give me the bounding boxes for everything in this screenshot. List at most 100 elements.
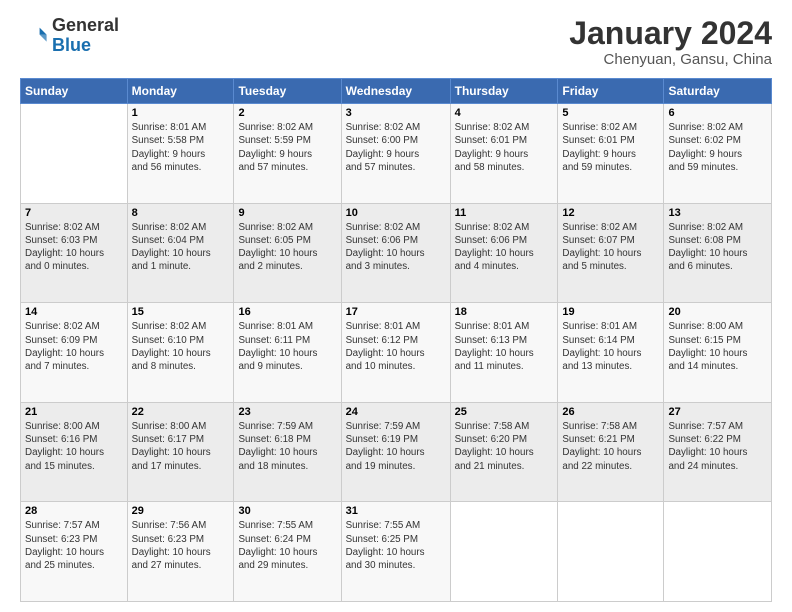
day-number: 30 [238, 505, 336, 517]
day-info: Sunrise: 7:57 AMSunset: 6:22 PMDaylight:… [668, 420, 767, 473]
day-number: 22 [132, 406, 230, 418]
day-number: 18 [455, 306, 554, 318]
calendar-cell: 16Sunrise: 8:01 AMSunset: 6:11 PMDayligh… [234, 303, 341, 403]
calendar-cell: 19 Sunrise: 8:01 AMSunset: 6:14 PMDayligh… [558, 303, 664, 403]
calendar-cell: 27 Sunrise: 7:57 AMSunset: 6:22 PMDayligh… [664, 402, 772, 502]
day-info: Sunrise: 8:02 AMSunset: 6:00 PMDaylight:… [346, 121, 446, 174]
calendar-cell: 30 Sunrise: 7:55 AMSunset: 6:24 PMDayligh… [234, 502, 341, 602]
weekday-header-wednesday: Wednesday [341, 79, 450, 104]
day-info: Sunrise: 8:02 AMSunset: 6:07 PMDaylight:… [562, 221, 659, 274]
calendar-cell: 5 Sunrise: 8:02 AMSunset: 6:01 PMDaylight… [558, 104, 664, 204]
day-number: 7 [25, 207, 123, 219]
week-row-2: 14 Sunrise: 8:02 AMSunset: 6:09 PMDayligh… [21, 303, 772, 403]
day-info: Sunrise: 7:57 AMSunset: 6:23 PMDaylight:… [25, 519, 123, 572]
day-info: Sunrise: 7:55 AMSunset: 6:24 PMDaylight:… [238, 519, 336, 572]
day-number: 8 [132, 207, 230, 219]
weekday-header-tuesday: Tuesday [234, 79, 341, 104]
month-title: January 2024 [569, 16, 772, 51]
day-number: 21 [25, 406, 123, 418]
day-number: 19 [562, 306, 659, 318]
calendar-cell: 21 Sunrise: 8:00 AMSunset: 6:16 PMDayligh… [21, 402, 128, 502]
day-number: 3 [346, 107, 446, 119]
day-info: Sunrise: 8:02 AMSunset: 6:03 PMDaylight:… [25, 221, 123, 274]
weekday-header-thursday: Thursday [450, 79, 558, 104]
day-info: Sunrise: 7:59 AMSunset: 6:19 PMDaylight:… [346, 420, 446, 473]
day-info: Sunrise: 8:01 AMSunset: 6:12 PMDaylight:… [346, 320, 446, 373]
calendar-cell [664, 502, 772, 602]
day-info: Sunrise: 8:02 AMSunset: 6:06 PMDaylight:… [346, 221, 446, 274]
calendar-cell: 17 Sunrise: 8:01 AMSunset: 6:12 PMDayligh… [341, 303, 450, 403]
day-number: 11 [455, 207, 554, 219]
week-row-3: 21 Sunrise: 8:00 AMSunset: 6:16 PMDayligh… [21, 402, 772, 502]
calendar-cell: 1Sunrise: 8:01 AMSunset: 5:58 PMDaylight… [127, 104, 234, 204]
calendar-cell: 22 Sunrise: 8:00 AMSunset: 6:17 PMDayligh… [127, 402, 234, 502]
day-info: Sunrise: 7:56 AMSunset: 6:23 PMDaylight:… [132, 519, 230, 572]
calendar-cell: 13 Sunrise: 8:02 AMSunset: 6:08 PMDayligh… [664, 203, 772, 303]
logo-blue-text: Blue [52, 35, 91, 55]
logo-icon [20, 22, 48, 50]
calendar-cell: 9Sunrise: 8:02 AMSunset: 6:05 PMDaylight… [234, 203, 341, 303]
day-info: Sunrise: 8:02 AMSunset: 6:05 PMDaylight:… [238, 221, 336, 274]
day-number: 26 [562, 406, 659, 418]
day-info: Sunrise: 8:01 AMSunset: 6:14 PMDaylight:… [562, 320, 659, 373]
weekday-header-sunday: Sunday [21, 79, 128, 104]
day-info: Sunrise: 8:02 AMSunset: 5:59 PMDaylight:… [238, 121, 336, 174]
day-info: Sunrise: 8:02 AMSunset: 6:04 PMDaylight:… [132, 221, 230, 274]
calendar-cell: 31 Sunrise: 7:55 AMSunset: 6:25 PMDayligh… [341, 502, 450, 602]
day-info: Sunrise: 8:02 AMSunset: 6:09 PMDaylight:… [25, 320, 123, 373]
weekday-header-monday: Monday [127, 79, 234, 104]
day-number: 4 [455, 107, 554, 119]
calendar-cell: 6Sunrise: 8:02 AMSunset: 6:02 PMDaylight… [664, 104, 772, 204]
day-info: Sunrise: 8:01 AMSunset: 6:13 PMDaylight:… [455, 320, 554, 373]
calendar-cell: 3 Sunrise: 8:02 AMSunset: 6:00 PMDaylight… [341, 104, 450, 204]
calendar-cell: 14 Sunrise: 8:02 AMSunset: 6:09 PMDayligh… [21, 303, 128, 403]
day-number: 13 [668, 207, 767, 219]
day-number: 14 [25, 306, 123, 318]
calendar-cell: 15 Sunrise: 8:02 AMSunset: 6:10 PMDayligh… [127, 303, 234, 403]
day-info: Sunrise: 7:58 AMSunset: 6:20 PMDaylight:… [455, 420, 554, 473]
calendar-cell: 20 Sunrise: 8:00 AMSunset: 6:15 PMDayligh… [664, 303, 772, 403]
day-number: 1 [132, 107, 230, 119]
calendar-cell: 18 Sunrise: 8:01 AMSunset: 6:13 PMDayligh… [450, 303, 558, 403]
calendar-cell: 11 Sunrise: 8:02 AMSunset: 6:06 PMDayligh… [450, 203, 558, 303]
day-number: 10 [346, 207, 446, 219]
day-info: Sunrise: 8:02 AMSunset: 6:01 PMDaylight:… [562, 121, 659, 174]
day-info: Sunrise: 7:59 AMSunset: 6:18 PMDaylight:… [238, 420, 336, 473]
header: General Blue January 2024 Chenyuan, Gans… [20, 16, 772, 68]
day-info: Sunrise: 8:00 AMSunset: 6:17 PMDaylight:… [132, 420, 230, 473]
calendar-cell: 23 Sunrise: 7:59 AMSunset: 6:18 PMDayligh… [234, 402, 341, 502]
week-row-0: 1Sunrise: 8:01 AMSunset: 5:58 PMDaylight… [21, 104, 772, 204]
day-number: 27 [668, 406, 767, 418]
day-info: Sunrise: 8:00 AMSunset: 6:15 PMDaylight:… [668, 320, 767, 373]
calendar-cell: 2Sunrise: 8:02 AMSunset: 5:59 PMDaylight… [234, 104, 341, 204]
day-info: Sunrise: 8:02 AMSunset: 6:08 PMDaylight:… [668, 221, 767, 274]
day-number: 25 [455, 406, 554, 418]
day-number: 29 [132, 505, 230, 517]
calendar-cell: 26Sunrise: 7:58 AMSunset: 6:21 PMDayligh… [558, 402, 664, 502]
day-number: 23 [238, 406, 336, 418]
weekday-header-friday: Friday [558, 79, 664, 104]
logo: General Blue [20, 16, 119, 56]
calendar-cell: 24 Sunrise: 7:59 AMSunset: 6:19 PMDayligh… [341, 402, 450, 502]
day-number: 24 [346, 406, 446, 418]
location-subtitle: Chenyuan, Gansu, China [569, 51, 772, 68]
day-info: Sunrise: 8:02 AMSunset: 6:10 PMDaylight:… [132, 320, 230, 373]
day-number: 28 [25, 505, 123, 517]
day-number: 6 [668, 107, 767, 119]
day-number: 15 [132, 306, 230, 318]
day-number: 5 [562, 107, 659, 119]
calendar-cell: 10 Sunrise: 8:02 AMSunset: 6:06 PMDayligh… [341, 203, 450, 303]
day-info: Sunrise: 7:55 AMSunset: 6:25 PMDaylight:… [346, 519, 446, 572]
calendar-cell: 28 Sunrise: 7:57 AMSunset: 6:23 PMDayligh… [21, 502, 128, 602]
day-info: Sunrise: 8:02 AMSunset: 6:06 PMDaylight:… [455, 221, 554, 274]
day-number: 17 [346, 306, 446, 318]
day-info: Sunrise: 8:00 AMSunset: 6:16 PMDaylight:… [25, 420, 123, 473]
day-number: 31 [346, 505, 446, 517]
day-number: 12 [562, 207, 659, 219]
day-number: 20 [668, 306, 767, 318]
week-row-1: 7 Sunrise: 8:02 AMSunset: 6:03 PMDaylight… [21, 203, 772, 303]
logo-general-text: General [52, 15, 119, 35]
calendar-cell: 8 Sunrise: 8:02 AMSunset: 6:04 PMDaylight… [127, 203, 234, 303]
weekday-header-saturday: Saturday [664, 79, 772, 104]
weekday-header-row: SundayMondayTuesdayWednesdayThursdayFrid… [21, 79, 772, 104]
